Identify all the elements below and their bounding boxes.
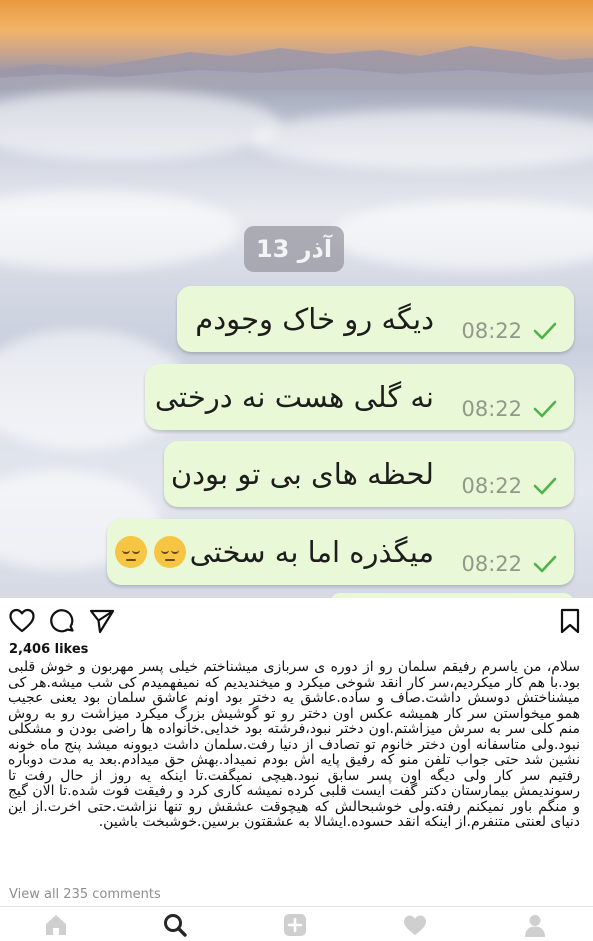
likes-count[interactable]: 2,406 likes [9, 642, 88, 657]
check-icon [533, 322, 557, 340]
chat-message-text: میگذره اما به سختی [189, 535, 434, 569]
activity-heart-icon[interactable] [402, 913, 428, 937]
add-post-icon[interactable] [282, 913, 308, 937]
post-caption: سلام، من یاسرم رفیقم سلمان رو از دوره ی … [8, 659, 580, 830]
mountain-silhouette [0, 46, 593, 90]
check-icon [533, 555, 557, 573]
check-icon [533, 400, 557, 418]
post-action-bar [0, 604, 593, 638]
chat-message-text: نه گلی هست نه درختی [154, 380, 434, 414]
chat-message-content: میگذره اما به سختی [112, 535, 434, 569]
view-all-comments-link[interactable]: View all 235 comments [9, 887, 161, 902]
chat-message-text: دیگه رو خاک وجودم [195, 302, 434, 336]
chat-message-time: 08:22 [461, 397, 522, 421]
check-icon [533, 477, 557, 495]
heart-outline-icon[interactable] [8, 607, 36, 635]
profile-icon[interactable] [522, 913, 548, 937]
chat-message-bubble: نه گلی هست نه درختی 08:22 [145, 364, 574, 430]
bookmark-icon[interactable] [556, 607, 584, 635]
comment-bubble-icon[interactable] [48, 607, 76, 635]
chat-message-bubble: میگذره اما به سختی 08:22 [107, 519, 574, 585]
chat-message-time: 08:22 [461, 474, 522, 498]
chat-message-bubble: دیگه رو خاک وجودم 08:22 [177, 286, 574, 352]
chat-message-time: 08:22 [461, 552, 522, 576]
bottom-navigation-bar [0, 906, 593, 941]
chat-message-bubble-partial [330, 593, 574, 598]
post-photo[interactable]: 13 آذر دیگه رو خاک وجودم 08:22 نه گلی هس… [0, 0, 593, 598]
chat-message-text: لحظه های بی تو بودن [170, 457, 434, 491]
pensive-face-icon [114, 536, 147, 568]
search-icon[interactable] [162, 913, 188, 937]
home-icon[interactable] [43, 913, 69, 937]
chat-date-chip: 13 آذر [244, 226, 344, 272]
chat-message-bubble: لحظه های بی تو بودن 08:22 [164, 441, 574, 507]
paper-plane-icon[interactable] [88, 607, 116, 635]
pensive-face-icon [153, 536, 186, 568]
chat-message-time: 08:22 [461, 319, 522, 343]
